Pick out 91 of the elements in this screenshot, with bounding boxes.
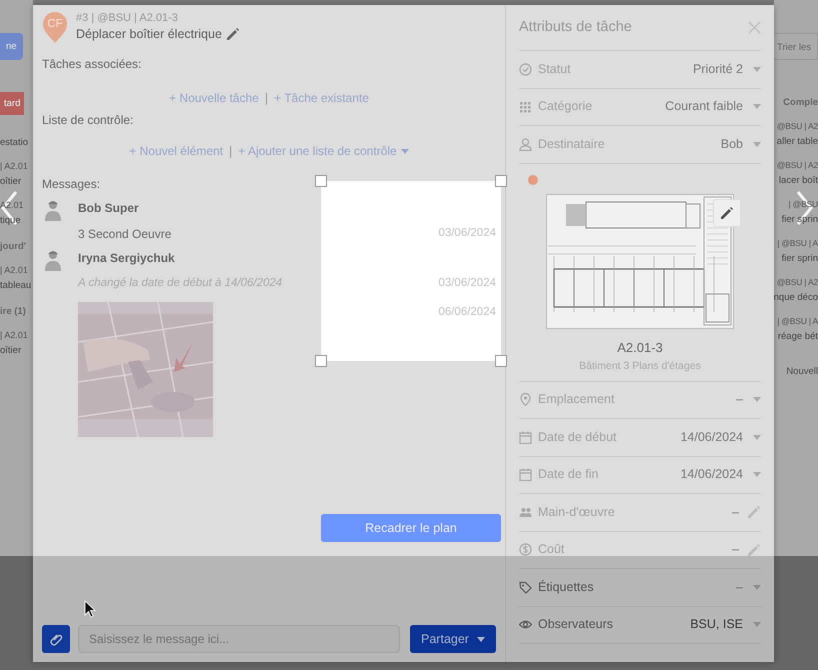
share-button[interactable]: Partager xyxy=(410,625,496,653)
status-tag: tard xyxy=(0,92,24,115)
location-pin-icon xyxy=(519,393,532,406)
add-link[interactable]: Nouvell xyxy=(786,364,818,379)
separator: | xyxy=(229,142,232,160)
task-title: Déplacer boîtier électrique xyxy=(76,26,222,43)
field-value[interactable]: – xyxy=(736,390,743,410)
field-label: Emplacement xyxy=(538,391,614,408)
dollar-icon xyxy=(519,543,532,556)
task-title: tableau xyxy=(0,279,32,293)
task-title: fier sprin xyxy=(782,252,818,266)
field-value[interactable]: – xyxy=(732,540,739,560)
avatar-initials: CF xyxy=(46,17,64,32)
task-meta: | @BSU | A xyxy=(777,237,818,250)
author-name: Iryna Sergiychuk xyxy=(78,250,176,266)
location-marker xyxy=(528,174,538,184)
avatar-icon xyxy=(42,248,64,270)
field-value[interactable]: Courant faible xyxy=(665,97,743,116)
check-circle-icon xyxy=(519,62,532,76)
edit-plan-button[interactable] xyxy=(713,198,741,226)
field-label: Main-d'œuvre xyxy=(538,504,615,521)
field-label: Catégorie xyxy=(538,98,592,116)
calendar-icon xyxy=(519,430,532,444)
crop-handle[interactable] xyxy=(495,175,507,187)
task-meta: | A2.01 xyxy=(0,329,28,342)
field-label: Étiquettes xyxy=(538,578,594,596)
caret-icon xyxy=(476,636,485,642)
message-date: 06/06/2024 xyxy=(438,304,496,320)
avatar-icon xyxy=(42,198,64,220)
mouse-cursor xyxy=(84,600,96,618)
people-icon xyxy=(519,506,532,519)
add-link[interactable]: + Tâche existante xyxy=(274,89,369,108)
eye-icon xyxy=(519,618,532,632)
group-header: jourd' xyxy=(0,240,26,254)
task-meta: @BSU | A2 xyxy=(776,276,818,289)
message-date: 03/06/2024 xyxy=(438,226,496,240)
task-meta: #3 | @BSU | A2.01-3 xyxy=(76,11,179,25)
separator: | xyxy=(264,90,268,107)
toolbar-button[interactable]: Trier les xyxy=(774,33,818,60)
field-value[interactable]: Bob xyxy=(720,134,743,154)
person-icon xyxy=(519,138,532,151)
section-label: Messages: xyxy=(42,176,100,192)
message-text: 3 Second Oeuvre xyxy=(78,226,172,242)
recrop-button[interactable]: Recadrer le plan xyxy=(321,514,501,542)
message-date: 03/06/2024 xyxy=(438,276,496,290)
field-label: Coût xyxy=(538,541,564,558)
field-value[interactable]: Priorité 2 xyxy=(692,60,743,79)
sheet-name: A2.01-3 xyxy=(617,338,663,356)
task-title: lacer boît xyxy=(778,174,818,188)
task-title: nque déco xyxy=(774,291,818,305)
tag-icon xyxy=(519,580,532,594)
task-title: oîtier xyxy=(0,175,22,189)
task-title: réage bét xyxy=(778,330,818,344)
caret-icon xyxy=(400,148,409,154)
field-label: Destinataire xyxy=(538,136,605,153)
section-label: Tâches associées: xyxy=(42,56,142,73)
calendar-icon xyxy=(519,468,532,482)
field-value[interactable]: BSU, ISE xyxy=(690,615,743,634)
add-link[interactable]: + Nouvel élément xyxy=(129,142,224,160)
task-meta: | @BSU | A xyxy=(777,315,818,328)
field-label: Observateurs xyxy=(538,616,614,634)
panel-title: Attributs de tâche xyxy=(519,18,632,37)
field-label: Date de fin xyxy=(538,466,598,484)
group-header: ire (1) xyxy=(0,305,26,319)
add-link[interactable]: + Nouvelle tâche xyxy=(169,89,259,108)
task-title: estatio xyxy=(0,136,28,150)
task-meta: @BSU | A2 xyxy=(776,120,818,133)
toolbar-button[interactable]: ne xyxy=(0,33,23,60)
task-meta: @BSU | A2 xyxy=(776,159,818,172)
task-title: aller table xyxy=(776,135,818,149)
crop-handle[interactable] xyxy=(315,355,327,367)
crop-handle[interactable] xyxy=(315,175,327,187)
task-meta: | A2.01 xyxy=(0,264,28,277)
pencil-icon xyxy=(720,206,734,220)
field-label: Date de début xyxy=(538,428,617,446)
field-label: Statut xyxy=(538,60,571,78)
author-name: Bob Super xyxy=(78,200,140,216)
grid-icon xyxy=(519,100,532,114)
field-value[interactable]: – xyxy=(732,502,739,522)
field-value[interactable]: – xyxy=(736,578,743,597)
task-meta: | A2.01 xyxy=(0,160,28,173)
edit-icon xyxy=(226,27,240,42)
attach-button[interactable] xyxy=(42,625,70,653)
crop-handle[interactable] xyxy=(495,355,507,367)
add-link[interactable]: + Ajouter une liste de contrôle xyxy=(238,142,409,160)
message-field[interactable]: Saisissez le message ici... xyxy=(78,625,400,653)
section-label: Liste de contrôle: xyxy=(42,112,134,129)
group-header: Comple xyxy=(783,96,818,110)
field-value[interactable]: 14/06/2024 xyxy=(680,428,743,447)
field-value[interactable]: 14/06/2024 xyxy=(680,465,743,484)
task-title: oîtier xyxy=(0,344,22,358)
